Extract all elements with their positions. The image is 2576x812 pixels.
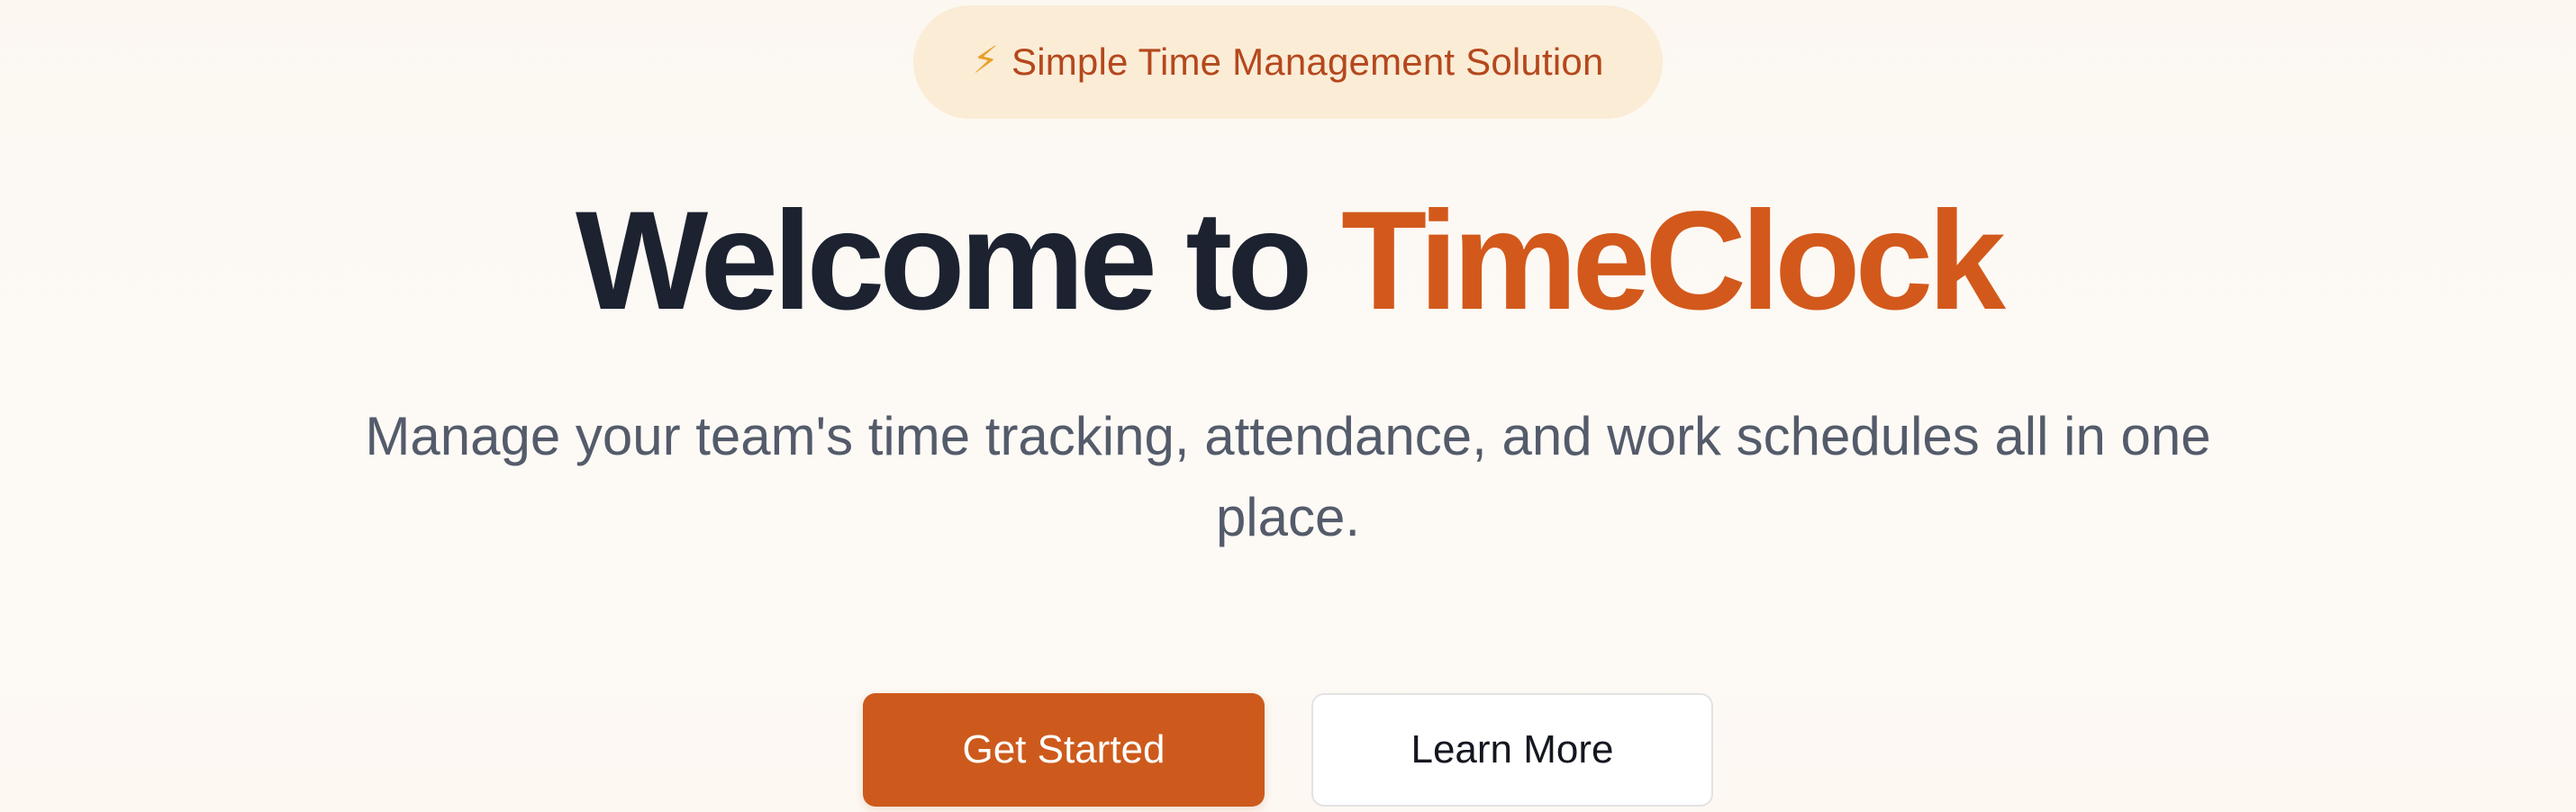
brand-name: TimeClock: [1340, 183, 2006, 339]
tagline-badge-label: Simple Time Management Solution: [1011, 41, 1604, 83]
learn-more-button[interactable]: Learn More: [1311, 693, 1713, 807]
page-title-prefix: Welcome to: [575, 183, 1341, 339]
lightning-bolt-icon: ⚡: [972, 39, 999, 81]
page-title: Welcome to TimeClock: [0, 185, 2576, 338]
get-started-button[interactable]: Get Started: [863, 693, 1265, 807]
hero-actions: Get Started Learn More: [863, 693, 1713, 807]
hero-section: ⚡ Simple Time Management Solution Welcom…: [0, 0, 2576, 812]
hero-subtitle: Manage your team's time tracking, attend…: [365, 406, 2211, 547]
tagline-badge: ⚡ Simple Time Management Solution: [913, 5, 1663, 119]
